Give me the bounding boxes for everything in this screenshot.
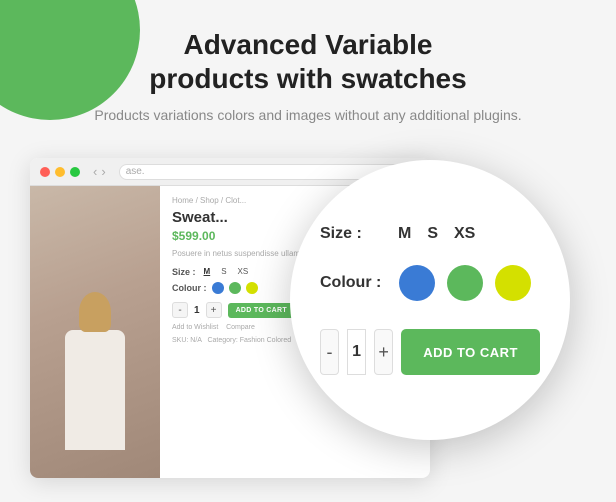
minimize-dot[interactable] bbox=[55, 167, 65, 177]
size-option-xs[interactable]: XS bbox=[235, 266, 252, 277]
model-silhouette bbox=[55, 278, 135, 478]
zoom-colour-blue[interactable] bbox=[399, 265, 435, 301]
colour-blue[interactable] bbox=[212, 282, 224, 294]
page-subtitle: Products variations colors and images wi… bbox=[60, 105, 556, 126]
colour-yellow[interactable] bbox=[246, 282, 258, 294]
qty-value: 1 bbox=[194, 305, 200, 316]
size-option-m[interactable]: M bbox=[201, 266, 214, 277]
size-label: Size : bbox=[172, 267, 196, 277]
sku-value: N/A bbox=[190, 337, 201, 344]
page-title: Advanced Variable products with swatches bbox=[60, 28, 556, 95]
model-hair bbox=[79, 292, 111, 332]
header-section: Advanced Variable products with swatches… bbox=[0, 0, 616, 138]
sku-label: SKU: bbox=[172, 337, 188, 344]
zoom-qty-value: 1 bbox=[347, 329, 366, 375]
category-label: Category: bbox=[207, 337, 237, 344]
zoom-qty-plus-button[interactable]: + bbox=[374, 329, 393, 375]
nav-back-icon[interactable]: ‹ bbox=[93, 164, 97, 179]
model-body bbox=[65, 330, 125, 450]
product-photo bbox=[30, 186, 160, 478]
add-to-cart-button-small[interactable]: ADD TO CART bbox=[228, 303, 295, 318]
zoom-overlay: Size : M S XS Colour : - 1 + ADD TO C bbox=[290, 160, 570, 440]
zoom-size-row: Size : M S XS bbox=[320, 225, 540, 243]
zoom-colour-row: Colour : bbox=[320, 265, 540, 301]
qty-minus-button[interactable]: - bbox=[172, 302, 188, 318]
colour-green[interactable] bbox=[229, 282, 241, 294]
zoom-size-label: Size : bbox=[320, 225, 380, 243]
wishlist-link[interactable]: Add to Wishlist bbox=[172, 324, 218, 331]
category-value: Fashion Colored bbox=[240, 337, 291, 344]
product-image bbox=[30, 186, 160, 478]
browser-nav: ‹ › bbox=[93, 164, 106, 179]
zoom-size-s[interactable]: S bbox=[427, 225, 438, 243]
colour-label: Colour : bbox=[172, 283, 207, 293]
nav-forward-icon[interactable]: › bbox=[101, 164, 105, 179]
zoom-colour-yellow[interactable] bbox=[495, 265, 531, 301]
zoom-size-m[interactable]: M bbox=[398, 225, 411, 243]
size-option-s[interactable]: S bbox=[218, 266, 229, 277]
zoom-add-row: - 1 + ADD TO CART bbox=[320, 329, 540, 375]
qty-plus-button[interactable]: + bbox=[206, 302, 222, 318]
maximize-dot[interactable] bbox=[70, 167, 80, 177]
zoom-size-options: M S XS bbox=[398, 225, 475, 243]
zoom-size-xs[interactable]: XS bbox=[454, 225, 475, 243]
zoom-colour-green[interactable] bbox=[447, 265, 483, 301]
zoom-add-to-cart-button[interactable]: ADD TO CART bbox=[401, 329, 540, 375]
zoom-colour-label: Colour : bbox=[320, 274, 381, 292]
zoom-qty-minus-button[interactable]: - bbox=[320, 329, 339, 375]
zoom-content: Size : M S XS Colour : - 1 + ADD TO C bbox=[290, 205, 570, 395]
close-dot[interactable] bbox=[40, 167, 50, 177]
zoom-colour-dots bbox=[399, 265, 531, 301]
compare-link[interactable]: Compare bbox=[226, 324, 255, 331]
